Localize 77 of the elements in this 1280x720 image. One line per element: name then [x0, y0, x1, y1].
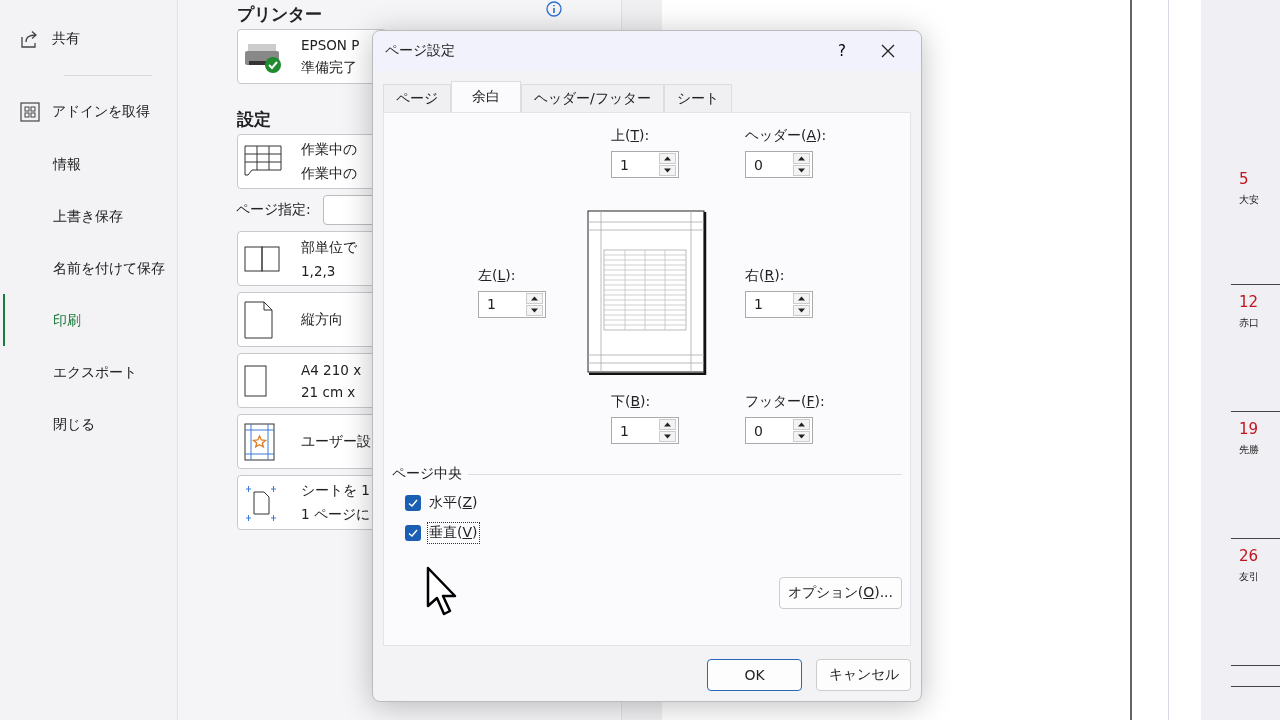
setting-text: 21 cm x — [301, 383, 357, 400]
sidebar-item[interactable]: 情報 — [3, 138, 178, 190]
dialog-title: ページ設定 — [385, 42, 456, 60]
section-heading: プリンター — [237, 3, 322, 26]
spin-down-icon[interactable] — [793, 165, 810, 176]
fit-page-icon — [244, 483, 278, 522]
close-icon — [881, 44, 895, 58]
margins-star-icon — [244, 422, 276, 461]
help-button[interactable]: ? — [821, 35, 863, 67]
spin-down-icon[interactable] — [526, 304, 543, 316]
setting-text: 作業中の — [301, 164, 357, 183]
spin-up-icon[interactable] — [793, 292, 810, 304]
spin-down-icon[interactable] — [659, 431, 676, 442]
spin-up-icon[interactable] — [793, 153, 810, 164]
setting-text: A4 210 x — [301, 361, 362, 378]
setting-text: 縦方向 — [301, 310, 343, 329]
section-heading: 設定 — [237, 108, 271, 131]
footer-margin-field[interactable]: 0 — [745, 417, 813, 444]
checkbox-label[interactable]: 水平(Z) — [427, 492, 480, 514]
header-margin-label: ヘッダー(A): — [745, 127, 828, 145]
sidebar-item[interactable]: アドインを取得 — [0, 99, 177, 125]
footer-margin-label: フッター(F): — [745, 393, 826, 411]
checkbox-label[interactable]: 垂直(V) — [427, 522, 480, 544]
two-pages-icon — [244, 245, 282, 272]
printer-name: EPSON P — [301, 36, 360, 53]
calendar-day: 12 — [1239, 293, 1280, 311]
bottom-margin-field[interactable]: 1 — [611, 417, 679, 444]
header-margin-field[interactable]: 0 — [745, 151, 813, 178]
tab[interactable]: シート — [663, 84, 732, 112]
setting-text: 作業中の — [301, 140, 357, 159]
sidebar-item[interactable]: 閉じる — [3, 398, 178, 450]
setting-text: 1,2,3 — [301, 262, 337, 279]
spin-up-icon[interactable] — [526, 292, 543, 304]
spin-up-icon[interactable] — [659, 153, 676, 164]
setting-text: 1 ページに — [301, 505, 370, 524]
top-margin-label: 上(T): — [611, 127, 651, 145]
setting-text: ユーザー設 — [301, 432, 371, 451]
bottom-margin-label: 下(B): — [611, 393, 652, 411]
checkbox[interactable] — [405, 525, 421, 541]
tab[interactable]: ヘッダー/フッター — [521, 84, 664, 112]
calendar-note: 赤口 — [1239, 316, 1260, 330]
sidebar-item[interactable]: エクスポート — [3, 346, 178, 398]
group-label: ページ中央 — [392, 465, 462, 483]
page-range-label: ページ指定: — [236, 201, 311, 219]
sheet-grid-icon — [244, 144, 282, 179]
dialog-button[interactable]: キャンセル — [816, 659, 911, 691]
setting-text: 部単位で — [301, 238, 357, 257]
tab[interactable]: ページ — [383, 84, 451, 112]
spin-up-icon[interactable] — [659, 419, 676, 430]
calendar-note: 友引 — [1239, 570, 1260, 584]
sidebar-item[interactable]: 上書き保存 — [3, 190, 178, 242]
page-icon — [244, 300, 274, 339]
setting-text: シートを 1 — [301, 481, 370, 500]
sidebar-item[interactable]: 共有 — [0, 26, 177, 52]
spin-down-icon[interactable] — [793, 304, 810, 316]
spin-up-icon[interactable] — [793, 419, 810, 430]
dialog-button[interactable]: OK — [707, 659, 802, 691]
calendar-note: 先勝 — [1239, 443, 1260, 457]
right-margin-label: 右(R): — [745, 266, 786, 285]
left-margin-field[interactable]: 1 — [478, 290, 546, 318]
left-margin-label: 左(L): — [478, 266, 517, 285]
tab[interactable]: 余白 — [451, 81, 521, 112]
calendar-day: 19 — [1239, 420, 1280, 438]
calendar-note: 大安 — [1239, 193, 1260, 207]
options-button[interactable]: オプション(O)... — [778, 577, 902, 609]
top-margin-field[interactable]: 1 — [611, 151, 679, 178]
calendar-day: 26 — [1239, 547, 1280, 565]
checkbox[interactable] — [405, 495, 421, 511]
paper-icon — [244, 364, 268, 397]
printer-status: 準備完了 — [301, 58, 358, 77]
grid-icon — [20, 102, 40, 122]
right-margin-field[interactable]: 1 — [745, 290, 813, 318]
spin-down-icon[interactable] — [793, 431, 810, 442]
spin-down-icon[interactable] — [659, 165, 676, 176]
info-icon[interactable] — [546, 1, 562, 17]
sidebar-item[interactable]: 名前を付けて保存 — [3, 242, 178, 294]
calendar-day: 5 — [1239, 170, 1280, 188]
